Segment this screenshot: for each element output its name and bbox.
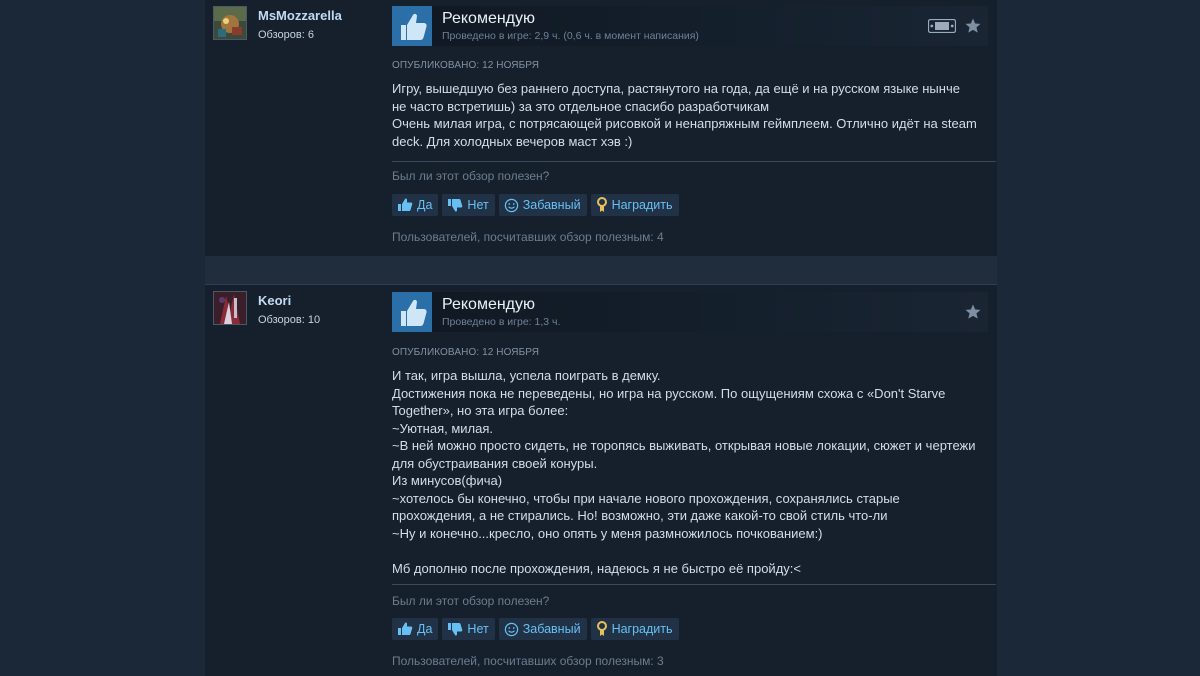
vote-header: Рекомендую Проведено в игре: 1,3 ч.	[392, 292, 988, 332]
review-text-line: для обустраивания своей конуры.	[392, 455, 598, 471]
smiley-icon	[504, 198, 518, 212]
vote-header: Рекомендую Проведено в игре: 2,9 ч. (0,6…	[392, 6, 988, 46]
review-text-line: И так, игра вышла, успела поиграть в дем…	[392, 368, 661, 383]
review-text-line: прохождения, а не стирались. Но! возможн…	[392, 508, 888, 523]
author-name[interactable]: MsMozzarella	[258, 8, 342, 23]
review-text-line: Достижения пока не переведены, но игра н…	[392, 385, 946, 401]
found-helpful-count: Пользователей, посчитавших обзор полезны…	[392, 230, 664, 244]
rating-buttons: Да Нет Забавный Наградить	[392, 618, 679, 640]
thumbs-down-icon	[448, 199, 463, 212]
review-verdict[interactable]: Рекомендую	[442, 10, 535, 28]
author-reviews-count[interactable]: Обзоров: 6	[258, 29, 314, 41]
steam-deck-icon	[928, 19, 956, 33]
vote-no-button[interactable]: Нет	[442, 194, 495, 216]
found-helpful-count: Пользователей, посчитавших обзор полезны…	[392, 654, 664, 668]
review-card: MsMozzarella Обзоров: 6 Рекомендую Прове…	[205, 0, 997, 256]
review-posted-date: ОПУБЛИКОВАНО: 12 НОЯБРЯ	[392, 60, 540, 71]
divider	[392, 161, 996, 162]
review-text-line: Из минусов(фича)	[392, 473, 503, 488]
header-icons	[964, 302, 982, 322]
helpful-question: Был ли этот обзор полезен?	[392, 594, 550, 608]
vote-yes-button[interactable]: Да	[392, 618, 439, 640]
smiley-icon	[504, 622, 518, 636]
vote-yes-button[interactable]: Да	[392, 194, 439, 216]
thumbs-up-icon	[398, 622, 413, 635]
award-button[interactable]: Наградить	[590, 618, 679, 640]
review-text-line: Мб дополню после прохождения, надеюсь я …	[392, 560, 801, 576]
review-posted-date: ОПУБЛИКОВАНО: 12 НОЯБРЯ	[392, 347, 540, 358]
review-verdict[interactable]: Рекомендую	[442, 296, 535, 314]
vote-funny-button[interactable]: Забавный	[498, 194, 587, 216]
award-icon	[596, 197, 607, 212]
award-button[interactable]: Наградить	[590, 194, 679, 216]
review-text-line: ~Ну и конечно...кресло, оно опять у меня…	[392, 525, 823, 541]
reviews-page: MsMozzarella Обзоров: 6 Рекомендую Прове…	[0, 0, 1200, 676]
review-text-line: Очень милая игра, с потрясающей рисовкой…	[392, 116, 977, 131]
review-text-line: Игру, вышедшую без раннего доступа, раст…	[392, 81, 960, 96]
star-icon[interactable]	[964, 17, 982, 35]
review-text: И так, игра вышла, успела поиграть в дем…	[392, 367, 988, 577]
review-text-line: ~Уютная, милая.	[392, 420, 494, 436]
award-label: Наградить	[611, 622, 673, 636]
rating-buttons: Да Нет Забавный Наградить	[392, 194, 679, 216]
avatar[interactable]	[213, 6, 247, 40]
review-text-line	[392, 542, 988, 560]
vote-no-button[interactable]: Нет	[442, 618, 495, 640]
vote-funny-label: Забавный	[522, 622, 581, 636]
vote-no-label: Нет	[467, 198, 489, 212]
header-icons	[928, 16, 982, 36]
thumbs-down-icon	[448, 623, 463, 636]
review-text-line: deck. Для холодных вечеров маст хэв :)	[392, 133, 633, 149]
divider	[392, 584, 996, 585]
star-icon[interactable]	[964, 303, 982, 321]
vote-yes-label: Да	[417, 198, 433, 212]
vote-funny-button[interactable]: Забавный	[498, 618, 587, 640]
award-icon	[596, 621, 607, 636]
author-name[interactable]: Keori	[258, 293, 291, 308]
review-card: Keori Обзоров: 10 Рекомендую Проведено в…	[205, 284, 997, 676]
review-separator	[205, 256, 997, 284]
avatar[interactable]	[213, 291, 247, 325]
vote-funny-label: Забавный	[522, 198, 581, 212]
vote-no-label: Нет	[467, 622, 489, 636]
thumbs-up-icon	[398, 198, 413, 211]
review-hours: Проведено в игре: 2,9 ч. (0,6 ч. в момен…	[442, 30, 699, 42]
vote-yes-label: Да	[417, 622, 433, 636]
award-label: Наградить	[611, 198, 673, 212]
reviews-column: MsMozzarella Обзоров: 6 Рекомендую Прове…	[205, 0, 997, 676]
thumbs-up-icon	[392, 6, 432, 46]
review-text-line: Together», но эта игра более:	[392, 403, 569, 418]
review-text-line: не часто встретишь) за это отдельное спа…	[392, 98, 770, 114]
review-text-line: ~хотелось бы конечно, чтобы при начале н…	[392, 490, 900, 506]
helpful-question: Был ли этот обзор полезен?	[392, 169, 550, 183]
thumbs-up-icon	[392, 292, 432, 332]
review-hours: Проведено в игре: 1,3 ч.	[442, 316, 561, 328]
review-text: Игру, вышедшую без раннего доступа, раст…	[392, 80, 988, 150]
author-reviews-count[interactable]: Обзоров: 10	[258, 314, 320, 326]
review-text-line: ~В ней можно просто сидеть, не торопясь …	[392, 438, 976, 453]
